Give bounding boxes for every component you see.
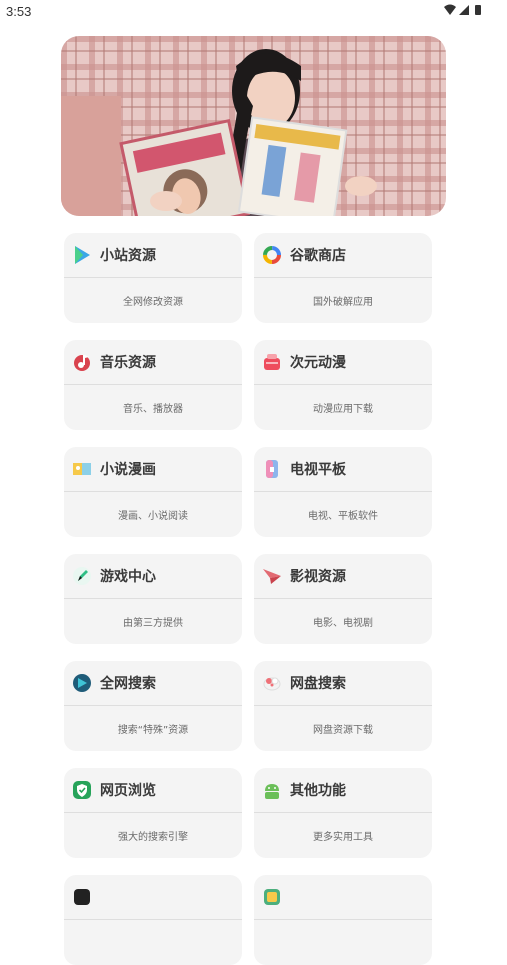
card-header <box>64 875 242 920</box>
card-partial-right[interactable] <box>254 875 432 965</box>
music-note-icon <box>72 352 92 372</box>
card-title: 网页浏览 <box>100 783 156 799</box>
card-other-tools[interactable]: 其他功能 更多实用工具 <box>254 768 432 858</box>
card-title: 网盘搜索 <box>290 676 346 692</box>
card-header <box>254 875 432 920</box>
search-play-icon <box>72 673 92 693</box>
card-title: 电视平板 <box>290 462 346 478</box>
card-subtitle: 由第三方提供 <box>123 618 183 629</box>
status-bar: 3:53 <box>0 0 507 22</box>
card-cloud-search[interactable]: 网盘搜索 网盘资源下载 <box>254 661 432 751</box>
paper-plane-icon <box>262 566 282 586</box>
signal-icon <box>459 5 469 15</box>
card-header: 网页浏览 <box>64 768 242 813</box>
browser-shield-icon <box>72 780 92 800</box>
card-header: 小说漫画 <box>64 447 242 492</box>
status-icons <box>443 4 485 16</box>
card-browser[interactable]: 网页浏览 强大的搜索引擎 <box>64 768 242 858</box>
card-xiaozhan[interactable]: 小站资源 全网修改资源 <box>64 233 242 323</box>
card-subtitle: 搜索“特殊”资源 <box>117 725 189 736</box>
card-subtitle: 电影、电视剧 <box>313 618 373 629</box>
card-header: 次元动漫 <box>254 340 432 385</box>
android-icon <box>262 780 282 800</box>
card-title: 其他功能 <box>290 783 346 799</box>
card-music[interactable]: 音乐资源 音乐、播放器 <box>64 340 242 430</box>
card-title: 谷歌商店 <box>290 248 346 264</box>
card-subtitle: 更多实用工具 <box>313 832 373 843</box>
card-title: 音乐资源 <box>100 355 156 371</box>
banner-image <box>61 36 446 216</box>
card-header: 音乐资源 <box>64 340 242 385</box>
card-title: 影视资源 <box>290 569 346 585</box>
cloud-disk-icon <box>262 673 282 693</box>
anime-box-icon <box>262 352 282 372</box>
card-partial-left[interactable] <box>64 875 242 965</box>
card-game-center[interactable]: 游戏中心 由第三方提供 <box>64 554 242 644</box>
card-header: 其他功能 <box>254 768 432 813</box>
book-icon <box>72 459 92 479</box>
card-header: 游戏中心 <box>64 554 242 599</box>
hero-banner[interactable] <box>61 36 446 216</box>
app-icon <box>262 887 282 907</box>
card-subtitle: 全网修改资源 <box>123 297 183 308</box>
card-header: 小站资源 <box>64 233 242 278</box>
google-ring-icon <box>262 245 282 265</box>
category-grid: 小站资源 全网修改资源 谷歌商店 国外破解应用 音乐资源 音乐、播放器 次元动漫… <box>64 233 432 965</box>
play-triangle-icon <box>72 245 92 265</box>
card-subtitle: 动漫应用下载 <box>313 404 373 415</box>
card-web-search[interactable]: 全网搜索 搜索“特殊”资源 <box>64 661 242 751</box>
card-subtitle: 音乐、播放器 <box>123 404 183 415</box>
tablet-icon <box>262 459 282 479</box>
wifi-icon <box>444 4 456 15</box>
card-novel-comic[interactable]: 小说漫画 漫画、小说阅读 <box>64 447 242 537</box>
card-movies[interactable]: 影视资源 电影、电视剧 <box>254 554 432 644</box>
card-google-store[interactable]: 谷歌商店 国外破解应用 <box>254 233 432 323</box>
card-header: 谷歌商店 <box>254 233 432 278</box>
card-title: 小站资源 <box>100 248 156 264</box>
card-title: 次元动漫 <box>290 355 346 371</box>
card-subtitle: 漫画、小说阅读 <box>118 511 188 522</box>
card-title: 全网搜索 <box>100 676 156 692</box>
card-subtitle: 电视、平板软件 <box>308 511 378 522</box>
card-header: 网盘搜索 <box>254 661 432 706</box>
card-subtitle: 强大的搜索引擎 <box>118 832 188 843</box>
status-time: 3:53 <box>6 4 32 19</box>
card-subtitle: 国外破解应用 <box>313 297 373 308</box>
card-title: 游戏中心 <box>100 569 156 585</box>
card-tv-tablet[interactable]: 电视平板 电视、平板软件 <box>254 447 432 537</box>
card-subtitle: 网盘资源下载 <box>313 725 373 736</box>
card-header: 全网搜索 <box>64 661 242 706</box>
pencil-icon <box>72 566 92 586</box>
card-header: 影视资源 <box>254 554 432 599</box>
card-title: 小说漫画 <box>100 462 156 478</box>
app-icon <box>72 887 92 907</box>
card-header: 电视平板 <box>254 447 432 492</box>
card-anime[interactable]: 次元动漫 动漫应用下载 <box>254 340 432 430</box>
battery-icon <box>475 5 481 15</box>
